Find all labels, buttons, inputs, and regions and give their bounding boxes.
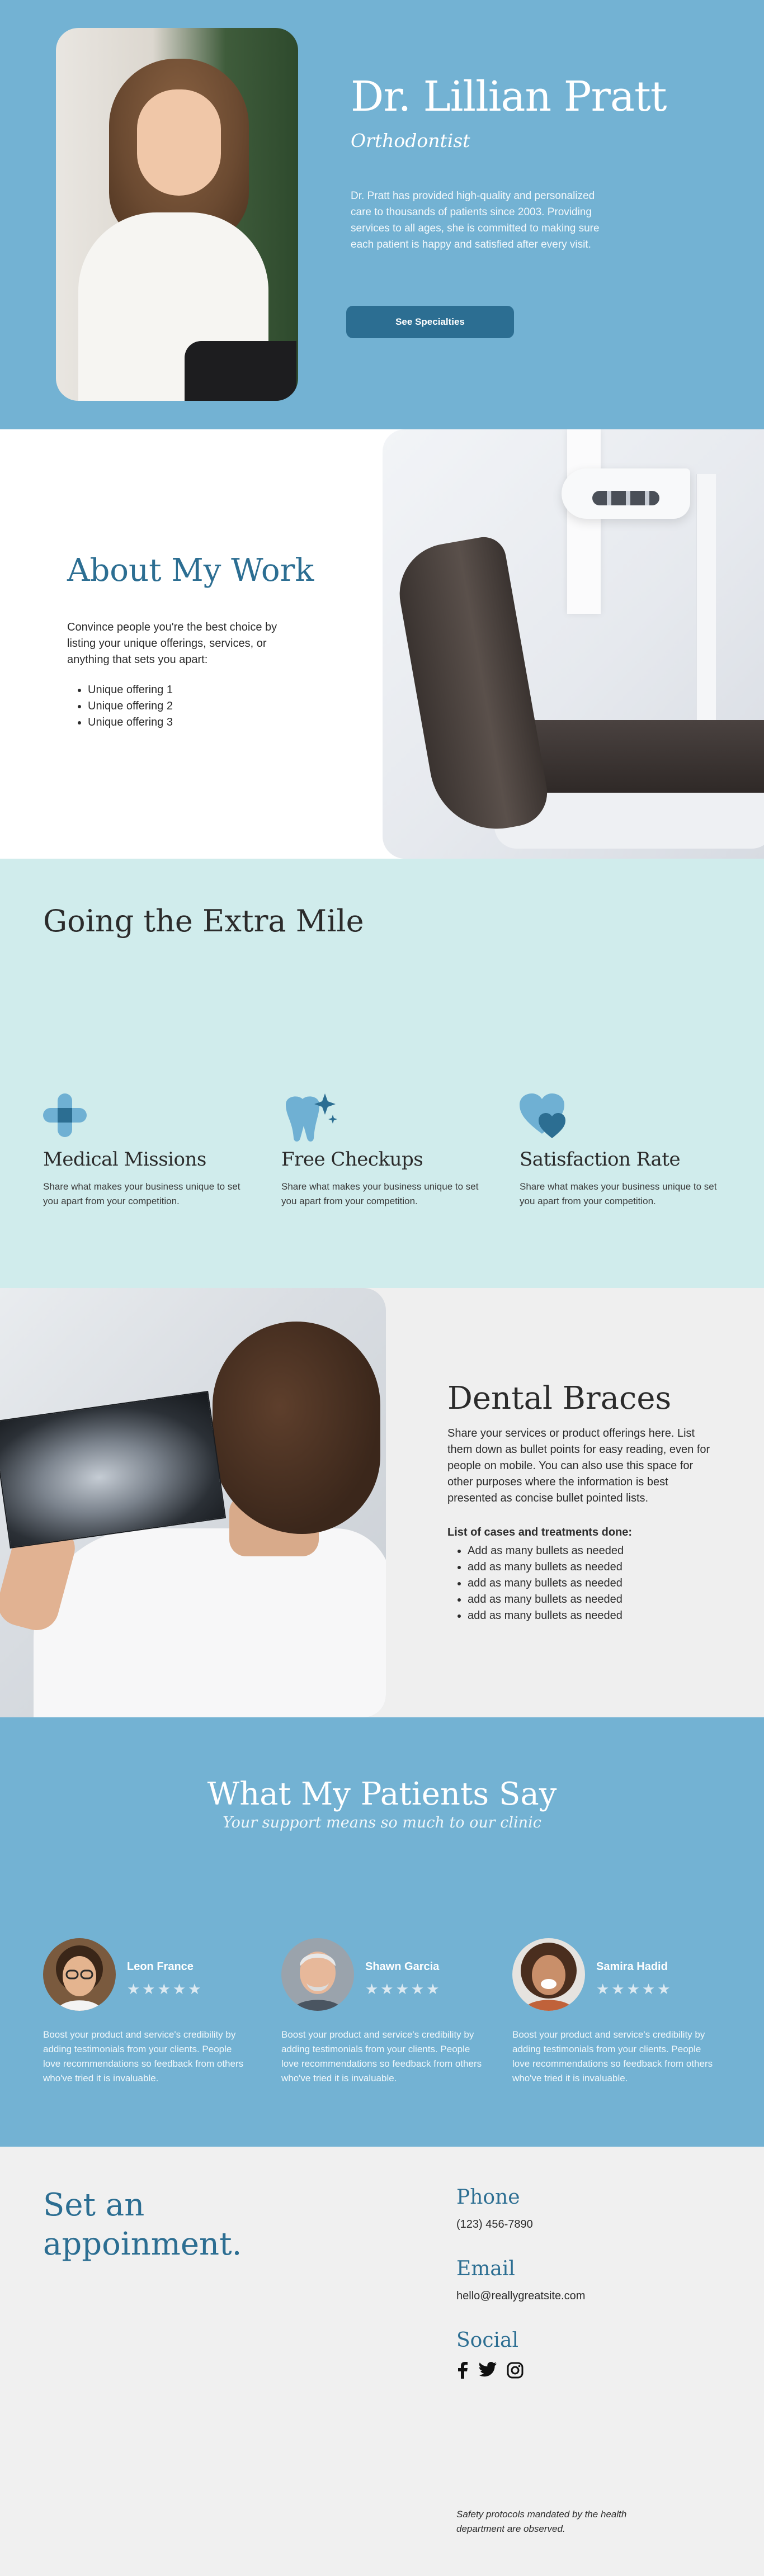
star-rating: ★★★★★ bbox=[127, 1981, 204, 1997]
social-label: Social bbox=[456, 2329, 518, 2352]
instagram-icon[interactable] bbox=[507, 2362, 524, 2381]
testimonial-text: Boost your product and service's credibi… bbox=[281, 2029, 482, 2083]
social-links bbox=[456, 2362, 524, 2381]
feature-title: Satisfaction Rate bbox=[520, 1148, 681, 1171]
doctor-portrait-photo bbox=[56, 28, 298, 401]
braces-list-title: List of cases and treatments done: bbox=[447, 1526, 633, 1538]
avatar bbox=[512, 1938, 585, 2011]
safety-footnote: Safety protocols mandated by the health … bbox=[456, 2509, 627, 2534]
testimonial-name: Samira Hadid bbox=[596, 1961, 668, 1973]
hero-section: Dr. Lillian Pratt Orthodontist Dr. Pratt… bbox=[0, 0, 764, 429]
contact-section: Set an appoinment. Phone (123) 456-7890 … bbox=[0, 2147, 764, 2576]
testimonials-subheading: Your support means so much to our clinic bbox=[223, 1814, 541, 1831]
avatar bbox=[281, 1938, 354, 2011]
email-address[interactable]: hello@reallygreatsite.com bbox=[456, 2290, 585, 2303]
doctor-name: Dr. Lillian Pratt bbox=[351, 73, 667, 121]
list-item: Unique offering 2 bbox=[88, 698, 173, 714]
dentist-xray-photo bbox=[0, 1288, 386, 1717]
feature-text: Share what makes your business unique to… bbox=[43, 1181, 240, 1206]
treatments-list: Add as many bullets as needed add as man… bbox=[468, 1543, 624, 1624]
dental-braces-section: Dental Braces Share your services or pro… bbox=[0, 1288, 764, 1717]
testimonial-text: Boost your product and service's credibi… bbox=[43, 2029, 244, 2083]
extra-mile-heading: Going the Extra Mile bbox=[43, 903, 364, 939]
avatar bbox=[43, 1938, 116, 2011]
list-item: add as many bullets as needed bbox=[468, 1575, 624, 1592]
list-item: add as many bullets as needed bbox=[468, 1608, 624, 1624]
star-rating: ★★★★★ bbox=[596, 1981, 673, 1997]
list-item: Unique offering 3 bbox=[88, 714, 173, 731]
feature-text: Share what makes your business unique to… bbox=[281, 1181, 479, 1206]
feature-card: Satisfaction Rate Share what makes your … bbox=[520, 1093, 727, 1209]
feature-title: Medical Missions bbox=[43, 1148, 206, 1171]
about-heading: About My Work bbox=[67, 552, 314, 589]
phone-number[interactable]: (123) 456-7890 bbox=[456, 2218, 533, 2231]
hero-intro: Dr. Pratt has provided high-quality and … bbox=[351, 190, 600, 250]
twitter-icon[interactable] bbox=[479, 2362, 497, 2381]
sparkling-tooth-icon bbox=[281, 1093, 337, 1142]
feature-text: Share what makes your business unique to… bbox=[520, 1181, 717, 1206]
list-item: add as many bullets as needed bbox=[468, 1592, 624, 1608]
hearts-icon bbox=[520, 1093, 565, 1138]
star-rating: ★★★★★ bbox=[365, 1981, 442, 1997]
feature-title: Free Checkups bbox=[281, 1148, 423, 1171]
email-label: Email bbox=[456, 2257, 515, 2280]
testimonial-name: Shawn Garcia bbox=[365, 1961, 440, 1973]
feature-card: Free Checkups Share what makes your busi… bbox=[281, 1093, 488, 1209]
feature-card: Medical Missions Share what makes your b… bbox=[43, 1093, 250, 1209]
braces-description: Share your services or product offerings… bbox=[447, 1427, 710, 1504]
doctor-title: Orthodontist bbox=[351, 130, 470, 151]
dental-chair-photo bbox=[383, 429, 764, 859]
testimonials-section: What My Patients Say Your support means … bbox=[0, 1717, 764, 2147]
testimonials-heading: What My Patients Say bbox=[207, 1776, 557, 1812]
see-specialties-button[interactable]: See Specialties bbox=[346, 306, 514, 338]
medical-cross-icon bbox=[43, 1093, 87, 1137]
appointment-heading: Set an appoinment. bbox=[43, 2187, 242, 2262]
testimonial-name: Leon France bbox=[127, 1961, 194, 1973]
list-item: Add as many bullets as needed bbox=[468, 1543, 624, 1559]
braces-heading: Dental Braces bbox=[447, 1380, 672, 1417]
about-section: About My Work Convince people you're the… bbox=[0, 429, 764, 859]
facebook-icon[interactable] bbox=[456, 2362, 469, 2381]
offerings-list: Unique offering 1 Unique offering 2 Uniq… bbox=[88, 682, 173, 731]
testimonial-text: Boost your product and service's credibi… bbox=[512, 2029, 713, 2083]
phone-label: Phone bbox=[456, 2186, 520, 2209]
list-item: Unique offering 1 bbox=[88, 682, 173, 698]
about-description: Convince people you're the best choice b… bbox=[67, 621, 277, 666]
list-item: add as many bullets as needed bbox=[468, 1559, 624, 1575]
extra-mile-section: Going the Extra Mile Medical Missions Sh… bbox=[0, 859, 764, 1288]
